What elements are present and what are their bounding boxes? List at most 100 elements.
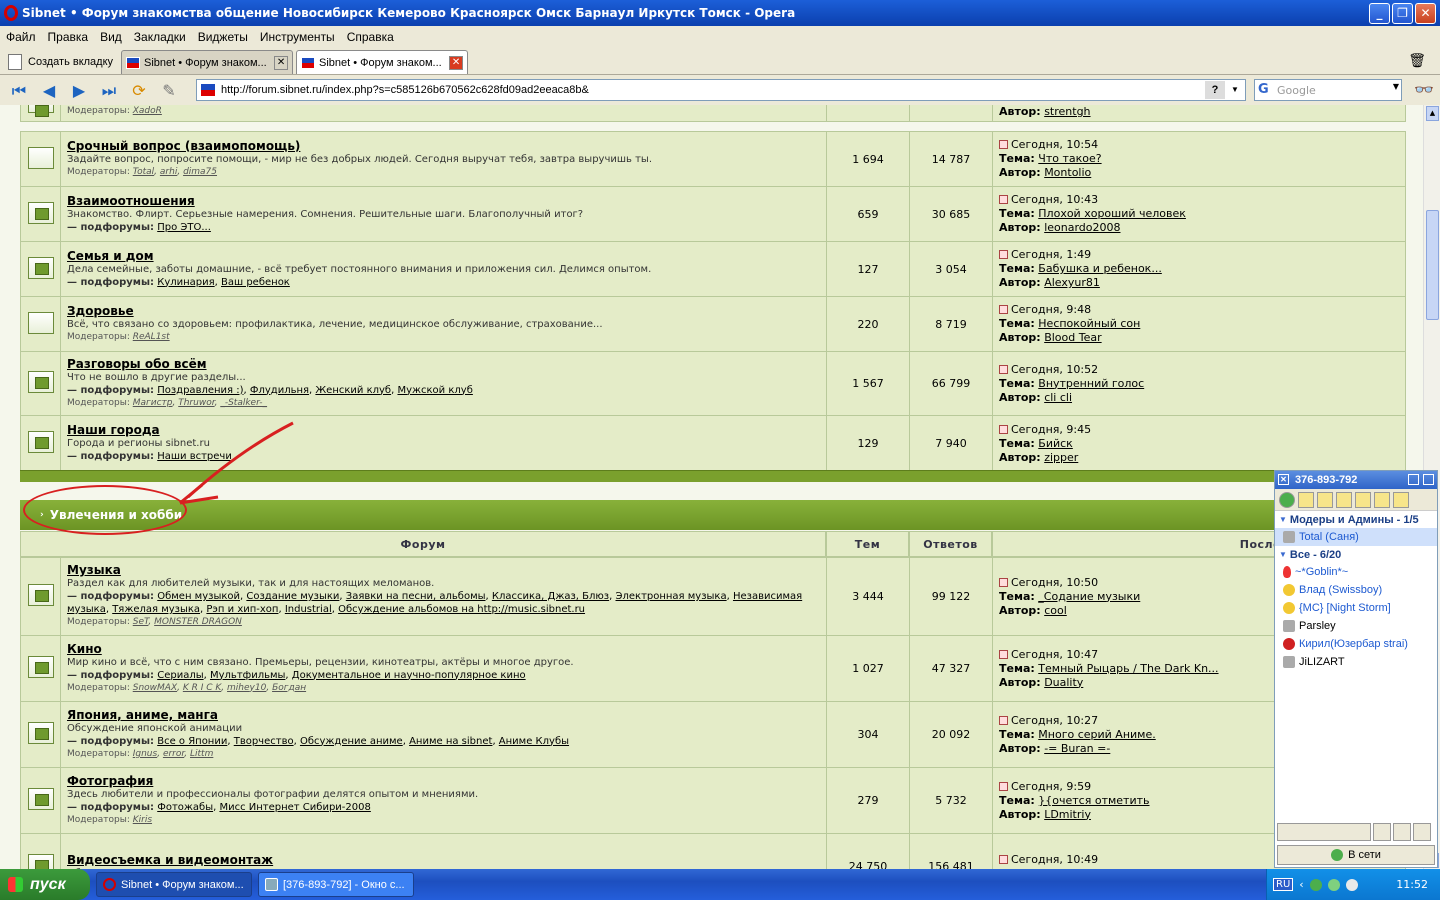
close-tab-icon[interactable]: ✕: [274, 55, 289, 70]
forum-title-link[interactable]: Семья и дом: [67, 249, 820, 263]
last-post-topic[interactable]: Бийск: [1038, 437, 1073, 450]
last-post-icon[interactable]: [999, 195, 1008, 204]
moderator-link[interactable]: Thruwor: [178, 398, 214, 408]
last-post-author[interactable]: LDmitriy: [1044, 808, 1091, 821]
moderator-link[interactable]: Kiris: [133, 815, 152, 825]
start-button[interactable]: пуск: [0, 869, 90, 900]
last-post-icon[interactable]: [999, 305, 1008, 314]
last-post-topic[interactable]: Бабушка и ребенок...: [1038, 262, 1162, 275]
last-post-icon[interactable]: [999, 140, 1008, 149]
subforum-link[interactable]: Обсуждение аниме: [300, 736, 403, 747]
minimize-icon[interactable]: [1423, 474, 1434, 485]
menu-bookmarks[interactable]: Закладки: [134, 30, 186, 44]
last-post-topic[interactable]: Темный Рыцарь / The Dark Kn...: [1038, 662, 1218, 675]
chevron-down-icon[interactable]: ▼: [1227, 81, 1243, 99]
moderator-link[interactable]: dima75: [183, 167, 217, 177]
forum-title-link[interactable]: Фотография: [67, 774, 820, 788]
subforum-link[interactable]: Классика, Джаз, Блюз: [492, 591, 609, 602]
menu-help[interactable]: Справка: [347, 30, 394, 44]
close-window-button[interactable]: ✕: [1415, 3, 1436, 24]
scroll-up-icon[interactable]: ▲: [1426, 106, 1439, 121]
subforum-link[interactable]: Мужской клуб: [397, 385, 472, 396]
forum-title-link[interactable]: Музыка: [67, 564, 820, 577]
tab-1[interactable]: Sibnet • Форум знаком... ✕: [121, 50, 294, 74]
language-indicator[interactable]: RU: [1273, 878, 1294, 891]
minimize-button[interactable]: _: [1369, 3, 1390, 24]
last-post-author[interactable]: Blood Tear: [1044, 331, 1101, 344]
last-post-icon[interactable]: [999, 577, 1008, 587]
moderator-link[interactable]: SnowMAX: [133, 683, 177, 693]
close-tab-icon[interactable]: ✕: [449, 55, 464, 70]
last-post-author[interactable]: cli cli: [1044, 391, 1072, 404]
back-icon[interactable]: ◀: [36, 79, 62, 103]
last-post-author[interactable]: leonardo2008: [1044, 221, 1120, 234]
subforum-link[interactable]: Аниме Клубы: [499, 736, 569, 747]
fast-forward-icon[interactable]: ⏭: [96, 79, 122, 103]
last-post-icon[interactable]: [999, 649, 1008, 659]
tools-icon[interactable]: [1374, 491, 1390, 508]
scrollbar-thumb[interactable]: [1426, 210, 1439, 320]
menu-file[interactable]: Файл: [6, 30, 36, 44]
subforum-link[interactable]: Флудильня: [250, 385, 309, 396]
sound-icon[interactable]: [1317, 491, 1333, 508]
icq-contact[interactable]: Parsley: [1275, 617, 1437, 635]
subforum-link[interactable]: Ваш ребенок: [221, 277, 290, 288]
subforum-link[interactable]: Тяжелая музыка: [112, 604, 200, 615]
forum-title-link[interactable]: Взаимоотношения: [67, 194, 820, 208]
status-selector[interactable]: В сети: [1277, 845, 1435, 865]
contacts-icon[interactable]: [1336, 491, 1352, 508]
moderator-link[interactable]: arhi: [160, 167, 177, 177]
new-tab-button[interactable]: Создать вкладку: [4, 50, 121, 74]
moderator-link[interactable]: MONSTER DRAGON: [154, 617, 242, 627]
settings-icon[interactable]: [1408, 474, 1419, 485]
moderator-link[interactable]: _-Stalker-_: [220, 398, 267, 408]
subforum-link[interactable]: Наши встречи: [157, 451, 232, 462]
subforum-link[interactable]: Женский клуб: [315, 385, 391, 396]
subforum-link[interactable]: Фотожабы: [157, 802, 213, 813]
help-icon[interactable]: ?: [1205, 81, 1225, 99]
flower-icon[interactable]: [1413, 823, 1431, 841]
last-post-author[interactable]: -= Buran =-: [1044, 742, 1110, 755]
menu-view[interactable]: Вид: [100, 30, 122, 44]
security-icon[interactable]: [1345, 878, 1358, 891]
find-icon[interactable]: [1373, 823, 1391, 841]
subforum-link[interactable]: Обсуждение альбомов на http://music.sibn…: [338, 604, 585, 615]
moderator-link[interactable]: Магистр: [133, 398, 173, 408]
last-post-icon[interactable]: [999, 424, 1008, 434]
last-post-author[interactable]: Duality: [1044, 676, 1083, 689]
menu-widgets[interactable]: Виджеты: [198, 30, 248, 44]
moderator-link[interactable]: Littm: [190, 749, 213, 759]
subforum-link[interactable]: Создание музыки: [246, 591, 339, 602]
forum-title-link[interactable]: Разговоры обо всём: [67, 357, 820, 371]
icq-contact[interactable]: JiLIZART: [1275, 653, 1437, 671]
subforum-link[interactable]: Мультфильмы: [210, 670, 285, 681]
forum-title-link[interactable]: Срочный вопрос (взаимопомощь): [67, 139, 820, 153]
subforum-link[interactable]: Заявки на песни, альбомы: [346, 591, 486, 602]
subforum-link[interactable]: Рэп и хип-хоп: [206, 604, 278, 615]
forum-title-link[interactable]: Видеосъемка и видеомонтаж: [67, 853, 820, 867]
moderator-link[interactable]: K R I C K: [183, 683, 221, 693]
status-icon[interactable]: [1279, 491, 1295, 508]
forum-title-link[interactable]: Здоровье: [67, 304, 820, 318]
icq-tray-icon[interactable]: [1309, 878, 1322, 891]
binoculars-icon[interactable]: 👓: [1414, 80, 1434, 99]
subforum-link[interactable]: Творчество: [234, 736, 294, 747]
last-post-icon[interactable]: [999, 715, 1008, 725]
last-post-topic[interactable]: Внутренний голос: [1038, 377, 1144, 390]
subforum-link[interactable]: Электронная музыка: [616, 591, 727, 602]
games-icon[interactable]: [1298, 491, 1314, 508]
moderator-link[interactable]: SeT: [133, 617, 149, 627]
tab-2[interactable]: Sibnet • Форум знаком... ✕: [296, 50, 469, 74]
subforum-link[interactable]: Документальное и научно-популярное кино: [292, 670, 526, 681]
icq-contact[interactable]: Total (Саня): [1275, 528, 1437, 546]
icq-contact[interactable]: {MC} [Night Storm]: [1275, 599, 1437, 617]
menu-tools[interactable]: Инструменты: [260, 30, 335, 44]
last-post-topic[interactable]: Неспокойный сон: [1038, 317, 1140, 330]
last-post-icon[interactable]: [999, 854, 1008, 864]
search-input[interactable]: G Google ▼: [1254, 79, 1402, 101]
last-post-author[interactable]: Alexyur81: [1044, 276, 1100, 289]
reload-icon[interactable]: ⟳: [126, 79, 152, 103]
subforum-link[interactable]: Все о Японии: [157, 736, 227, 747]
last-post-topic[interactable]: _Содание музыки: [1038, 590, 1140, 603]
last-post-icon[interactable]: [999, 250, 1008, 259]
